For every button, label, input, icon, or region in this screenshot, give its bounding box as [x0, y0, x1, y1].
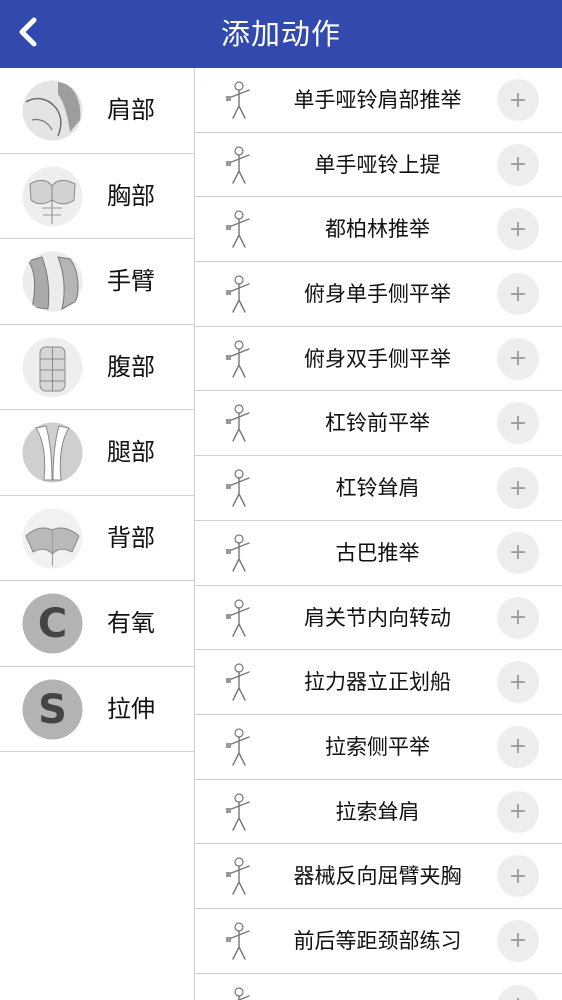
exercise-row[interactable]: 前后等距颈部练习 + [195, 909, 562, 974]
top-bar: 添加动作 [0, 0, 562, 68]
exercise-row[interactable]: + [195, 974, 562, 1000]
add-exercise-button[interactable]: + [497, 208, 539, 251]
exercise-row[interactable]: 拉索侧平举 + [195, 715, 562, 780]
add-exercise-button[interactable]: + [497, 984, 539, 1000]
exercise-name: 杠铃前平举 [325, 411, 430, 436]
shoulder-icon [22, 80, 83, 141]
category-arm[interactable]: 手臂 [0, 239, 194, 325]
category-label: 拉伸 [107, 694, 155, 723]
exercise-row[interactable]: 古巴推举 + [195, 521, 562, 586]
letter-c-icon: C [22, 593, 83, 654]
exercise-figure-icon [217, 531, 261, 575]
category-abs[interactable]: 腹部 [0, 325, 194, 410]
exercise-figure-icon [217, 272, 261, 316]
exercise-name: 肩关节内向转动 [304, 605, 451, 630]
exercise-figure-icon [217, 854, 261, 898]
svg-text:S: S [38, 687, 67, 733]
exercise-row[interactable]: 肩关节内向转动 + [195, 586, 562, 651]
exercise-row[interactable]: 器械反向屈臂夹胸 + [195, 844, 562, 909]
exercise-figure-icon [217, 337, 261, 381]
exercise-figure-icon [217, 596, 261, 640]
exercise-figure-icon [217, 207, 261, 251]
add-exercise-button[interactable]: + [497, 531, 539, 574]
exercise-row[interactable]: 单手哑铃肩部推举 + [195, 68, 562, 133]
add-exercise-button[interactable]: + [497, 725, 539, 768]
svg-text:C: C [38, 601, 67, 647]
exercise-figure-icon [217, 143, 261, 187]
exercise-list[interactable]: 单手哑铃肩部推举 + 单手哑铃上提 + 都柏林推举 + 俯身单手侧平举 + 俯身… [195, 68, 562, 1000]
exercise-name: 杠铃耸肩 [335, 476, 420, 501]
exercise-figure-icon [217, 790, 261, 834]
exercise-name: 都柏林推举 [325, 217, 430, 242]
add-exercise-button[interactable]: + [497, 273, 539, 316]
category-label: 腹部 [107, 352, 155, 381]
exercise-row[interactable]: 单手哑铃上提 + [195, 133, 562, 198]
category-sidebar: 肩部 胸部 手臂 腹部 腿部 背部 C 有氧 S 拉伸 [0, 68, 195, 1000]
category-stretch[interactable]: S 拉伸 [0, 667, 194, 752]
leg-icon [22, 422, 83, 483]
exercise-name: 单手哑铃肩部推举 [293, 88, 462, 112]
exercise-figure-icon [217, 660, 261, 704]
chest-icon [22, 166, 83, 227]
letter-s-icon: S [22, 679, 83, 740]
add-exercise-button[interactable]: + [497, 661, 539, 704]
exercise-row[interactable]: 拉索耸肩 + [195, 780, 562, 845]
exercise-figure-icon [217, 725, 261, 769]
category-label: 手臂 [107, 267, 155, 295]
category-chest[interactable]: 胸部 [0, 154, 194, 239]
exercise-name: 拉索侧平举 [325, 734, 430, 759]
exercise-name: 拉力器立正划船 [304, 670, 451, 695]
exercise-name: 拉索耸肩 [335, 799, 420, 824]
exercise-name: 器械反向屈臂夹胸 [293, 864, 462, 889]
exercise-row[interactable]: 杠铃耸肩 + [195, 456, 562, 521]
category-shoulder[interactable]: 肩部 [0, 68, 194, 154]
exercise-name: 单手哑铃上提 [314, 152, 441, 177]
add-exercise-button[interactable]: + [497, 402, 539, 445]
exercise-figure-icon [217, 919, 261, 963]
category-cardio[interactable]: C 有氧 [0, 581, 194, 667]
category-label: 有氧 [107, 609, 155, 637]
category-label: 背部 [107, 523, 155, 552]
add-exercise-button[interactable]: + [497, 596, 539, 639]
add-exercise-button[interactable]: + [497, 337, 539, 380]
page-title: 添加动作 [220, 17, 341, 51]
add-exercise-button[interactable]: + [497, 855, 539, 898]
category-leg[interactable]: 腿部 [0, 410, 194, 496]
exercise-name [265, 974, 490, 1000]
add-exercise-button[interactable]: + [497, 143, 539, 186]
exercise-name: 古巴推举 [335, 540, 420, 565]
exercise-figure-icon [217, 466, 261, 510]
arm-icon [22, 251, 83, 312]
category-label: 肩部 [107, 96, 155, 124]
exercise-figure-icon [217, 984, 261, 1000]
exercise-row[interactable]: 俯身单手侧平举 + [195, 262, 562, 327]
exercise-name: 俯身单手侧平举 [304, 282, 451, 307]
abs-icon [22, 337, 83, 398]
exercise-row[interactable]: 杠铃前平举 + [195, 391, 562, 457]
exercise-row[interactable]: 俯身双手侧平举 + [195, 327, 562, 392]
exercise-name: 俯身双手侧平举 [304, 346, 451, 371]
back-icon [22, 508, 83, 569]
category-back[interactable]: 背部 [0, 496, 194, 581]
category-label: 胸部 [107, 181, 155, 210]
category-label: 腿部 [107, 438, 155, 466]
add-exercise-button[interactable]: + [497, 790, 539, 833]
exercise-row[interactable]: 都柏林推举 + [195, 197, 562, 263]
exercise-name: 前后等距颈部练习 [293, 928, 462, 953]
exercise-figure-icon [217, 401, 261, 445]
add-exercise-button[interactable]: + [497, 919, 539, 962]
exercise-figure-icon [217, 78, 261, 122]
add-exercise-button[interactable]: + [497, 79, 539, 121]
add-exercise-button[interactable]: + [497, 467, 539, 510]
exercise-row[interactable]: 拉力器立正划船 + [195, 650, 562, 715]
